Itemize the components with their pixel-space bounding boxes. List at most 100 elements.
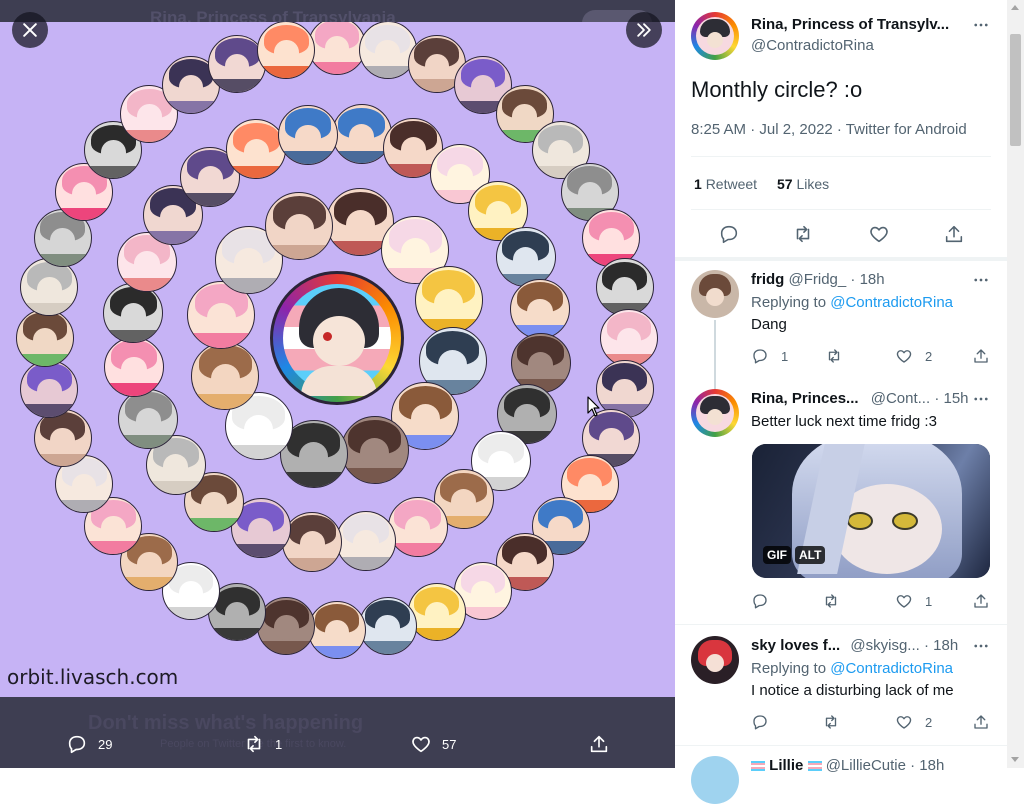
share-icon: [945, 225, 963, 243]
reply-retweet-button[interactable]: [822, 592, 840, 610]
orbit-avatar: [335, 510, 396, 571]
mouse-cursor-icon: [587, 396, 600, 417]
reply-time[interactable]: · 18h: [924, 637, 958, 654]
viewer-like-button[interactable]: 57: [410, 722, 456, 766]
viewer-retweet-count: 1: [275, 736, 283, 752]
reply-text: Dang: [751, 316, 787, 333]
tweet-more-button[interactable]: [970, 16, 992, 34]
tweet-like-button[interactable]: [868, 223, 890, 245]
double-chevron-right-icon: [637, 23, 651, 37]
reply-text: Better luck next time fridg :3: [751, 413, 937, 430]
reply-avatar[interactable]: [691, 756, 739, 804]
reply-like-button[interactable]: 2: [895, 713, 932, 731]
reply-more-button[interactable]: [970, 271, 992, 289]
viewer-retweet-button[interactable]: 1: [243, 722, 282, 766]
more-horizontal-icon: [974, 397, 988, 401]
reply-avatar[interactable]: [691, 636, 739, 684]
reply-author-name[interactable]: sky loves f...: [751, 637, 840, 654]
tweet-retweet-button[interactable]: [792, 223, 814, 245]
orbit-avatar: [387, 496, 448, 557]
divider: [691, 209, 991, 210]
reply-author-name[interactable]: Lillie: [769, 757, 803, 774]
reply-reply-button[interactable]: [751, 592, 769, 610]
reply-icon: [720, 225, 738, 244]
author-avatar[interactable]: [691, 12, 739, 60]
reply-time[interactable]: · 18h: [850, 271, 884, 288]
more-horizontal-icon: [974, 644, 988, 648]
likes-stat-count: 57: [777, 176, 793, 192]
heart-icon: [896, 595, 912, 608]
orbit-circle-image[interactable]: orbit.livasch.com: [0, 22, 675, 697]
heart-icon: [870, 226, 888, 243]
reply-avatar[interactable]: [691, 270, 739, 318]
reply-icon: [753, 594, 767, 609]
author-handle[interactable]: @ContradictoRina: [751, 37, 874, 54]
orbit-avatar: [509, 279, 570, 340]
close-viewer-button[interactable]: [12, 12, 48, 48]
reply-share-button[interactable]: [972, 713, 990, 731]
toggle-thread-button[interactable]: [626, 12, 662, 48]
reply-retweet-button[interactable]: [825, 347, 843, 365]
orbit-avatar: [20, 359, 79, 418]
tweet-share-button[interactable]: [943, 223, 965, 245]
reply-author-name[interactable]: Rina, Princes...: [751, 390, 859, 407]
retweet-stat[interactable]: 1 Retweet: [694, 176, 757, 192]
section-divider: [675, 257, 1007, 261]
tweet-reply-button[interactable]: [718, 223, 740, 245]
reply-icon: [753, 349, 767, 364]
viewer-reply-button[interactable]: 29: [66, 722, 112, 766]
orbit-avatar: [340, 415, 409, 484]
replying-to-link[interactable]: @ContradictoRina: [830, 660, 953, 677]
reply-author-handle[interactable]: @LillieCutie: [826, 757, 906, 774]
reply-more-button[interactable]: [970, 390, 992, 408]
share-icon: [590, 735, 608, 753]
heart-icon: [412, 736, 430, 753]
reply-like-button[interactable]: 2: [895, 347, 932, 365]
viewer-share-button[interactable]: [588, 722, 610, 766]
page-scrollbar[interactable]: [1007, 0, 1024, 768]
likes-stat-label: Likes: [796, 176, 830, 192]
heart-icon: [896, 716, 912, 729]
author-name[interactable]: Rina, Princess of Transylv...: [751, 16, 949, 33]
alt-text-badge[interactable]: ALT: [795, 546, 826, 564]
reply-author-handle[interactable]: @skyisg...: [850, 637, 919, 654]
gif-badge: GIF: [763, 546, 791, 564]
reply-share-button[interactable]: [972, 347, 990, 365]
scroll-up-arrow-icon[interactable]: [1011, 5, 1019, 10]
likes-stat[interactable]: 57 Likes: [777, 176, 829, 192]
orbit-avatar: [308, 601, 366, 659]
reply-author-handle[interactable]: @Cont...: [871, 390, 930, 407]
more-horizontal-icon: [974, 23, 988, 27]
reply-reply-button[interactable]: [751, 713, 769, 731]
retweet-icon: [825, 715, 837, 729]
orbit-center-avatar: [270, 271, 404, 405]
reply-more-button[interactable]: [970, 637, 992, 655]
replying-to-label: Replying to: [751, 660, 827, 677]
orbit-avatar: [191, 341, 260, 410]
reply-avatar[interactable]: [691, 389, 739, 437]
orbit-avatar: [282, 511, 343, 572]
media-viewer: Rina, Princess of Transylvania orbit.liv…: [0, 0, 675, 768]
replying-to-link[interactable]: @ContradictoRina: [830, 294, 953, 311]
reply-reply-button[interactable]: 1: [751, 347, 788, 365]
retweet-icon: [828, 349, 840, 363]
reply-author-name[interactable]: fridg: [751, 271, 784, 288]
retweet-icon: [825, 594, 837, 608]
orbit-avatar: [257, 596, 316, 655]
orbit-avatar: [600, 309, 658, 367]
divider: [675, 745, 1007, 746]
scrollbar-thumb[interactable]: [1010, 34, 1021, 146]
reply-text: I notice a disturbing lack of me: [751, 682, 954, 699]
share-icon: [974, 349, 988, 363]
orbit-avatar: [308, 22, 366, 75]
retweet-icon: [796, 225, 810, 243]
scroll-down-arrow-icon[interactable]: [1011, 757, 1019, 762]
reply-author-handle[interactable]: @Fridg_: [789, 271, 847, 288]
reply-share-button[interactable]: [972, 592, 990, 610]
orbit-avatar: [510, 332, 571, 393]
close-icon: [23, 23, 37, 37]
reply-retweet-button[interactable]: [822, 713, 840, 731]
reply-time[interactable]: · 18h: [910, 757, 944, 774]
reply-like-button[interactable]: 1: [895, 592, 932, 610]
reply-time[interactable]: · 15h: [934, 390, 968, 407]
